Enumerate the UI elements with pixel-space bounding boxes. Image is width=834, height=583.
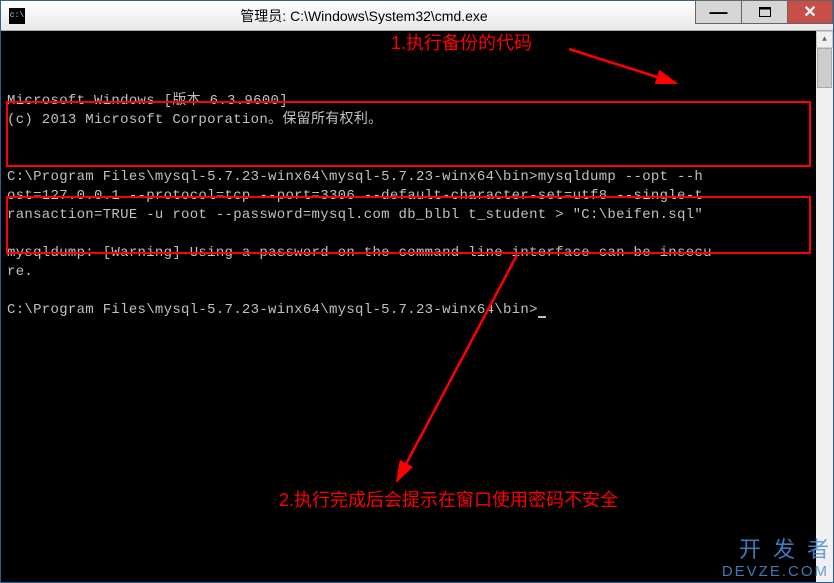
prompt-path: C:\Program Files\mysql-5.7.23-winx64\mys… [7,169,538,185]
copyright-line: (c) 2013 Microsoft Corporation。保留所有权利。 [7,112,382,128]
cmd-window: c:\ 管理员: C:\Windows\System32\cmd.exe — ✕… [0,0,834,583]
minimize-button[interactable]: — [695,0,741,24]
close-button[interactable]: ✕ [787,0,833,24]
command-text: ost=127.0.0.1 --protocol=tcp --port=3306… [7,188,703,204]
window-title: 管理员: C:\Windows\System32\cmd.exe [33,6,695,26]
version-line: Microsoft Windows [版本 6.3.9600] [7,93,288,109]
maximize-icon [759,7,771,17]
scroll-up-icon[interactable]: ▲ [816,31,833,48]
cmd-icon: c:\ [9,8,25,24]
prompt-path: C:\Program Files\mysql-5.7.23-winx64\mys… [7,302,538,318]
cursor [538,316,546,318]
command-text: mysqldump --opt --h [538,169,703,185]
maximize-button[interactable] [741,0,787,24]
terminal-content: Microsoft Windows [版本 6.3.9600] (c) 2013… [7,73,827,320]
scroll-thumb[interactable] [817,48,832,88]
window-controls: — ✕ [695,1,833,30]
scrollbar[interactable]: ▲ [816,31,833,582]
terminal-area[interactable]: Microsoft Windows [版本 6.3.9600] (c) 2013… [1,31,833,582]
titlebar[interactable]: c:\ 管理员: C:\Windows\System32\cmd.exe — ✕ [1,1,833,31]
command-text: ransaction=TRUE -u root --password=mysql… [7,207,703,223]
warning-text: mysqldump: [Warning] Using a password on… [7,245,712,261]
warning-text: re. [7,264,33,280]
